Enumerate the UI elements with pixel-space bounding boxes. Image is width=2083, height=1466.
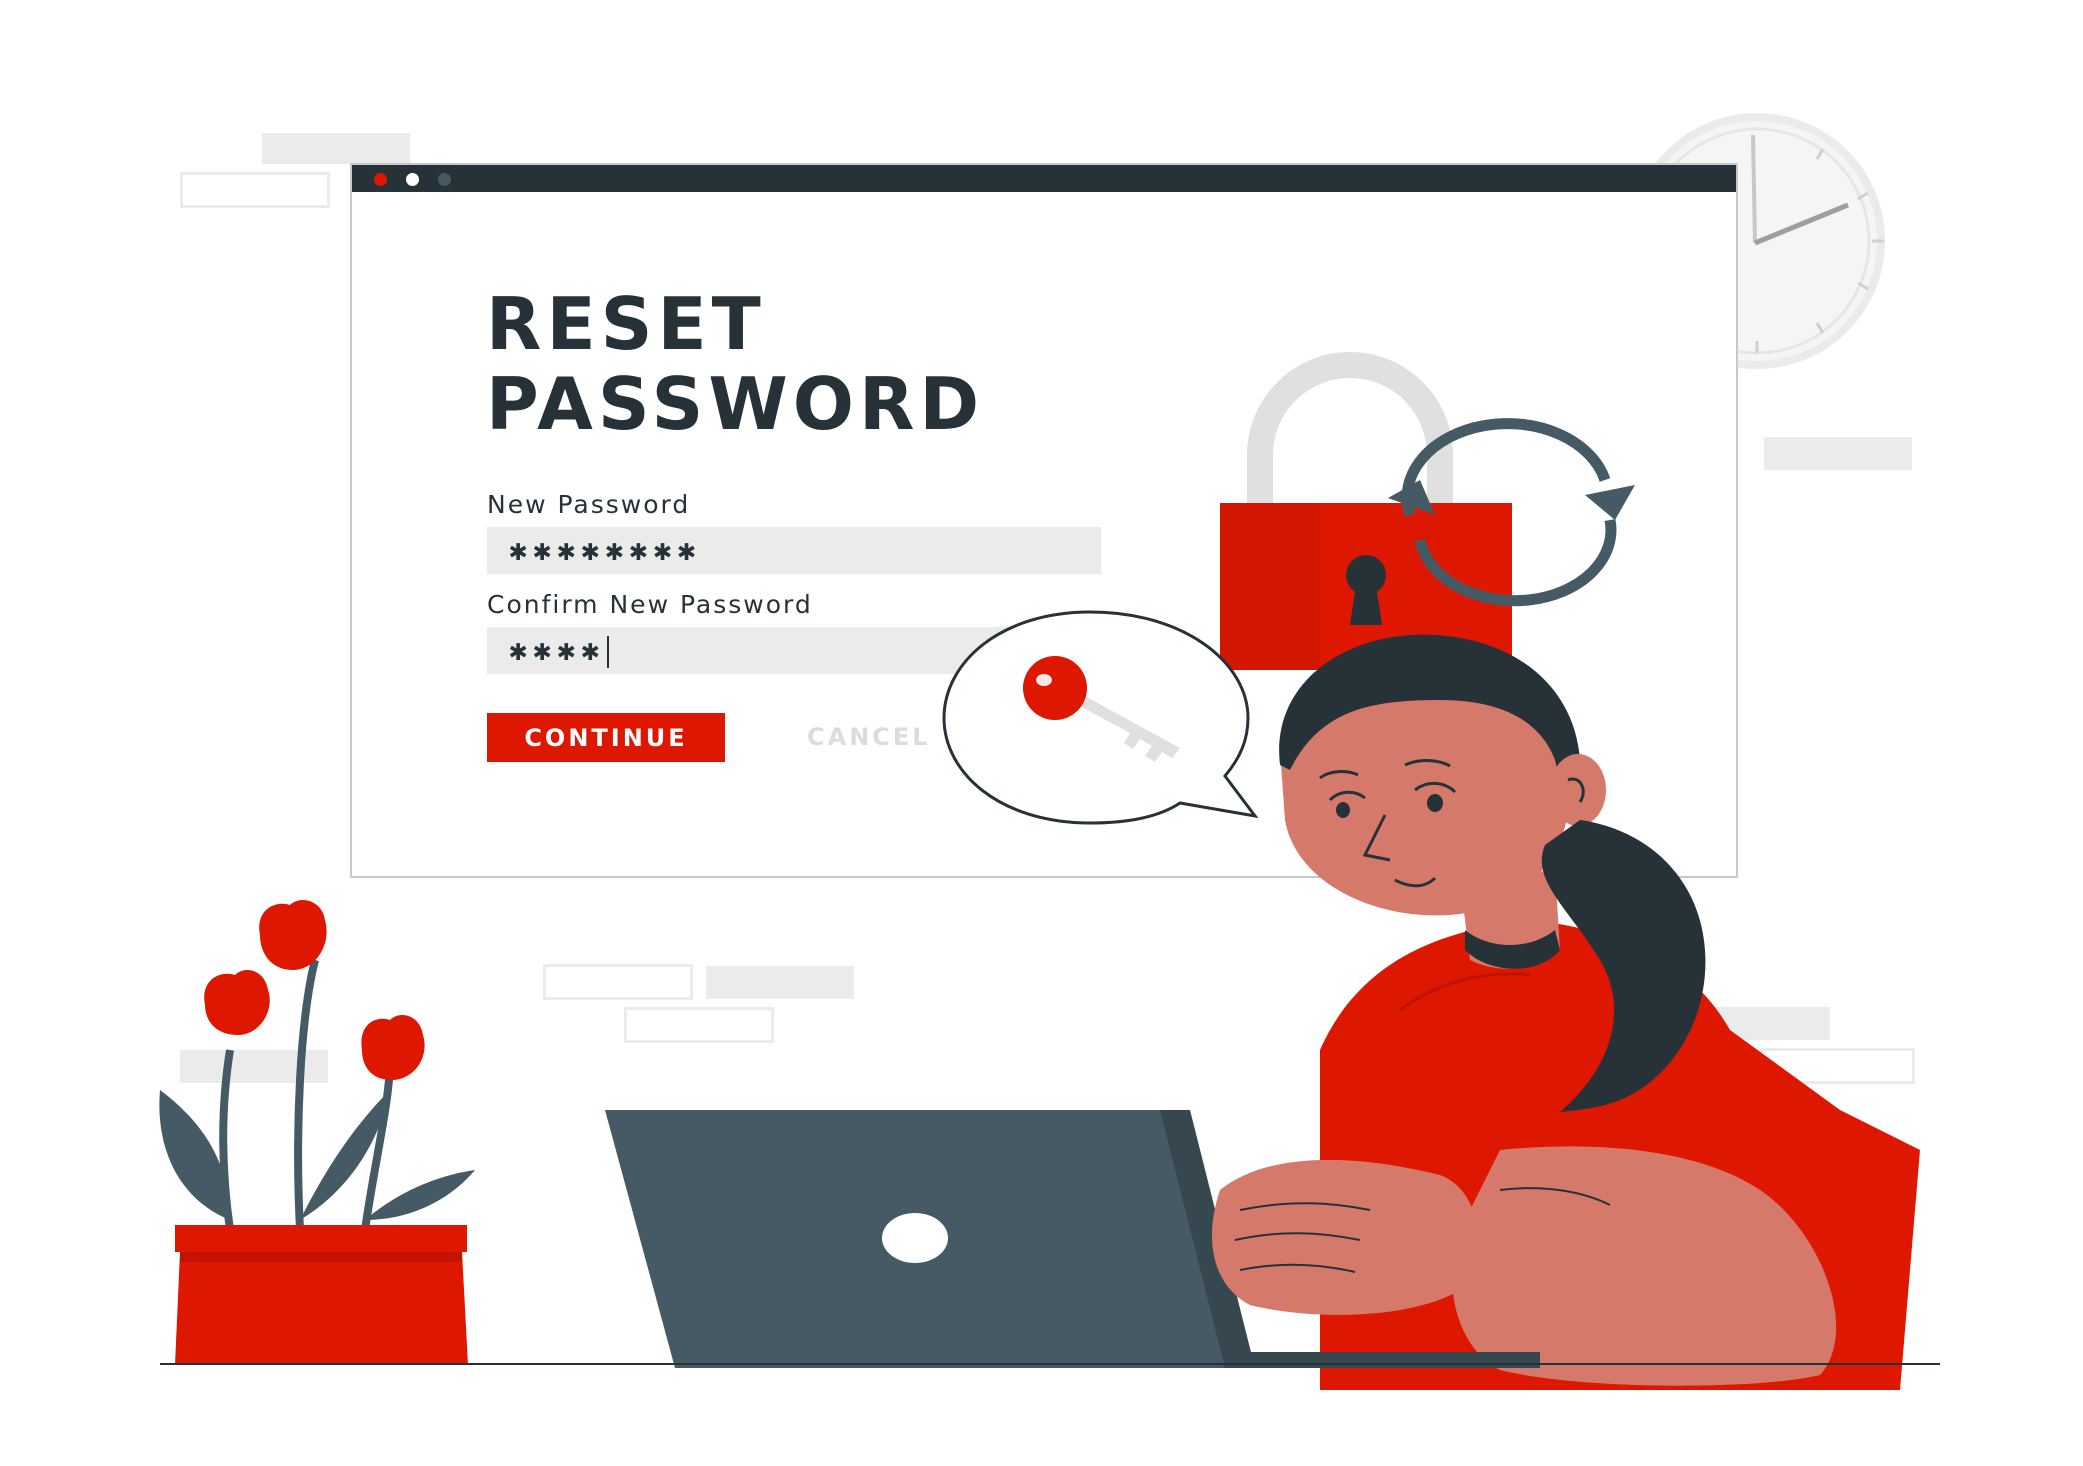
bg-bar: [624, 1007, 774, 1043]
page-title-line2: PASSWORD: [486, 362, 985, 446]
window-maximize-dot[interactable]: [438, 173, 451, 186]
bg-bar: [543, 964, 693, 1000]
plant-illustration: [159, 900, 475, 1365]
confirm-password-label: Confirm New Password: [487, 590, 813, 619]
page-title-line1: RESET: [486, 282, 766, 366]
bg-bar: [180, 172, 330, 208]
window-titlebar: [352, 165, 1736, 192]
window-close-dot[interactable]: [374, 173, 387, 186]
hand-illustration: [1211, 1159, 1478, 1315]
bg-bar: [262, 133, 410, 164]
continue-button[interactable]: CONTINUE: [487, 713, 725, 762]
bg-bar: [1764, 437, 1912, 470]
new-password-value: ✱✱✱✱✱✱✱✱: [509, 533, 702, 568]
window-minimize-dot[interactable]: [406, 173, 419, 186]
refresh-arrows-icon: [1388, 418, 1635, 607]
cancel-button[interactable]: CANCEL: [807, 713, 931, 762]
desk-line: [160, 1363, 1940, 1365]
confirm-password-value: ✱✱✱✱: [509, 633, 606, 668]
new-password-label: New Password: [487, 490, 691, 519]
bg-bar: [706, 966, 854, 999]
new-password-field[interactable]: ✱✱✱✱✱✱✱✱: [487, 527, 1101, 574]
text-caret: [607, 635, 610, 668]
